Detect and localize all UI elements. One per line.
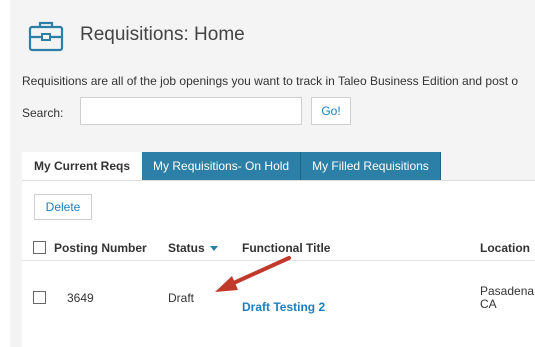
location-cell: Pasadena, CA [480,285,535,311]
annotation-arrow-icon [215,256,291,292]
tab-my-requisitions-on-hold[interactable]: My Requisitions- On Hold [142,152,302,180]
select-all-checkbox[interactable] [33,241,46,254]
posting-number-cell: 3649 [67,291,94,305]
tab-my-current-reqs[interactable]: My Current Reqs [22,152,143,180]
delete-button[interactable]: Delete [34,194,92,220]
column-header-location[interactable]: Location [480,241,530,255]
column-header-status-label: Status [168,241,205,255]
tab-divider [22,180,535,181]
intro-text: Requisitions are all of the job openings… [22,74,519,88]
page-title: Requisitions: Home [80,24,245,45]
tab-my-filled-requisitions[interactable]: My Filled Requisitions [301,152,441,180]
go-button[interactable]: Go! [311,97,351,125]
column-header-posting-number[interactable]: Posting Number [54,241,147,255]
location-line-2: CA [480,297,497,311]
briefcase-icon [28,18,64,54]
search-label: Search: [22,106,64,120]
status-cell: Draft [168,291,195,305]
search-input[interactable] [80,97,302,125]
row-checkbox[interactable] [33,291,46,304]
functional-title-link[interactable]: Draft Testing 2 [242,300,325,314]
tab-bar: My Current Reqs My Requisitions- On Hold… [22,152,441,180]
